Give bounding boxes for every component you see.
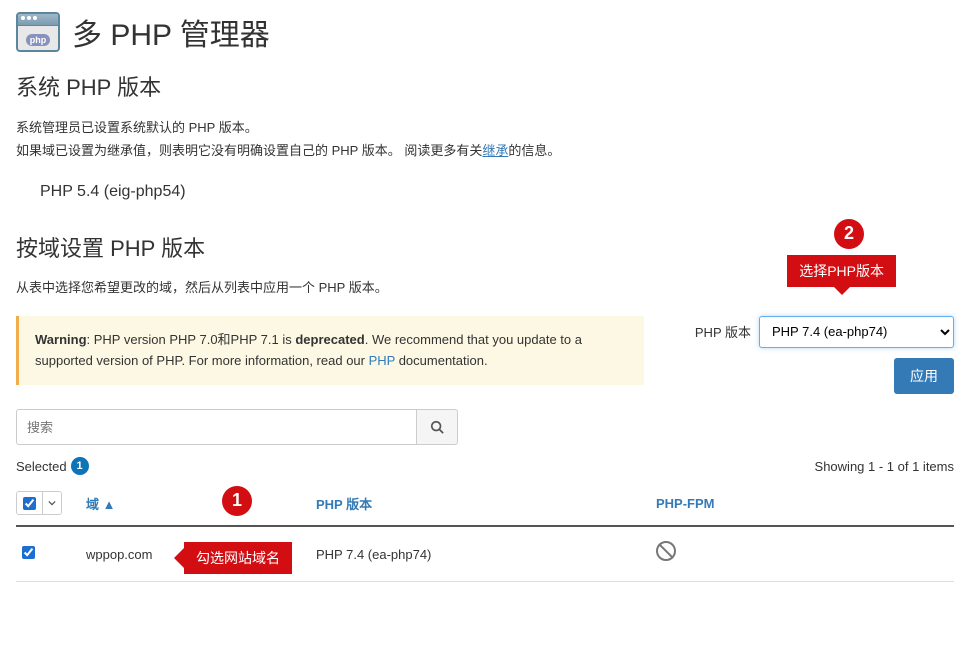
row-domain: wppop.com [86,547,152,562]
php-icon: php [16,12,60,52]
column-version[interactable]: PHP 版本 [316,494,656,513]
column-domain[interactable]: 域 ▲ 1 [86,494,316,513]
ban-icon [656,541,676,561]
showing-count: Showing 1 - 1 of 1 items [815,459,954,474]
table-header: 域 ▲ 1 PHP 版本 PHP-FPM [16,483,954,527]
php-doc-link[interactable]: PHP [369,353,396,368]
selected-count: Selected 1 [16,457,89,475]
column-fpm[interactable]: PHP-FPM [656,496,954,511]
select-all-dropdown[interactable] [43,492,61,514]
php-version-select[interactable]: PHP 7.4 (ea-php74) [759,316,954,348]
select-all-checkbox[interactable] [23,497,36,510]
system-description: 系统管理员已设置系统默认的 PHP 版本。 如果域已设置为继承值，则表明它没有明… [16,116,954,163]
row-checkbox[interactable] [22,546,35,559]
row-fpm [656,541,954,567]
row-version: PHP 7.4 (ea-php74) [316,547,656,562]
php-version-label: PHP 版本 [695,322,751,341]
page-title: 多 PHP 管理器 [72,10,270,54]
annotation-step-1-icon: 1 [222,486,252,516]
select-all-toggle[interactable] [16,491,62,515]
inherit-link[interactable]: 继承 [482,143,508,158]
apply-button[interactable]: 应用 [894,358,954,394]
search-input[interactable] [16,409,416,445]
current-php-version: PHP 5.4 (eig-php54) [40,183,954,201]
deprecation-warning: Warning: PHP version PHP 7.0和PHP 7.1 is … [16,316,644,386]
domain-heading: 按域设置 PHP 版本 [16,231,954,263]
search-icon [430,420,444,434]
page-header: php 多 PHP 管理器 [16,0,954,70]
table-row: wppop.com 勾选网站域名 PHP 7.4 (ea-php74) [16,527,954,582]
search-button[interactable] [416,409,458,445]
annotation-step-1-label: 勾选网站域名 [184,542,292,574]
domain-description: 从表中选择您希望更改的域，然后从列表中应用一个 PHP 版本。 [16,277,954,296]
system-heading: 系统 PHP 版本 [16,70,954,102]
chevron-down-icon [48,499,56,507]
